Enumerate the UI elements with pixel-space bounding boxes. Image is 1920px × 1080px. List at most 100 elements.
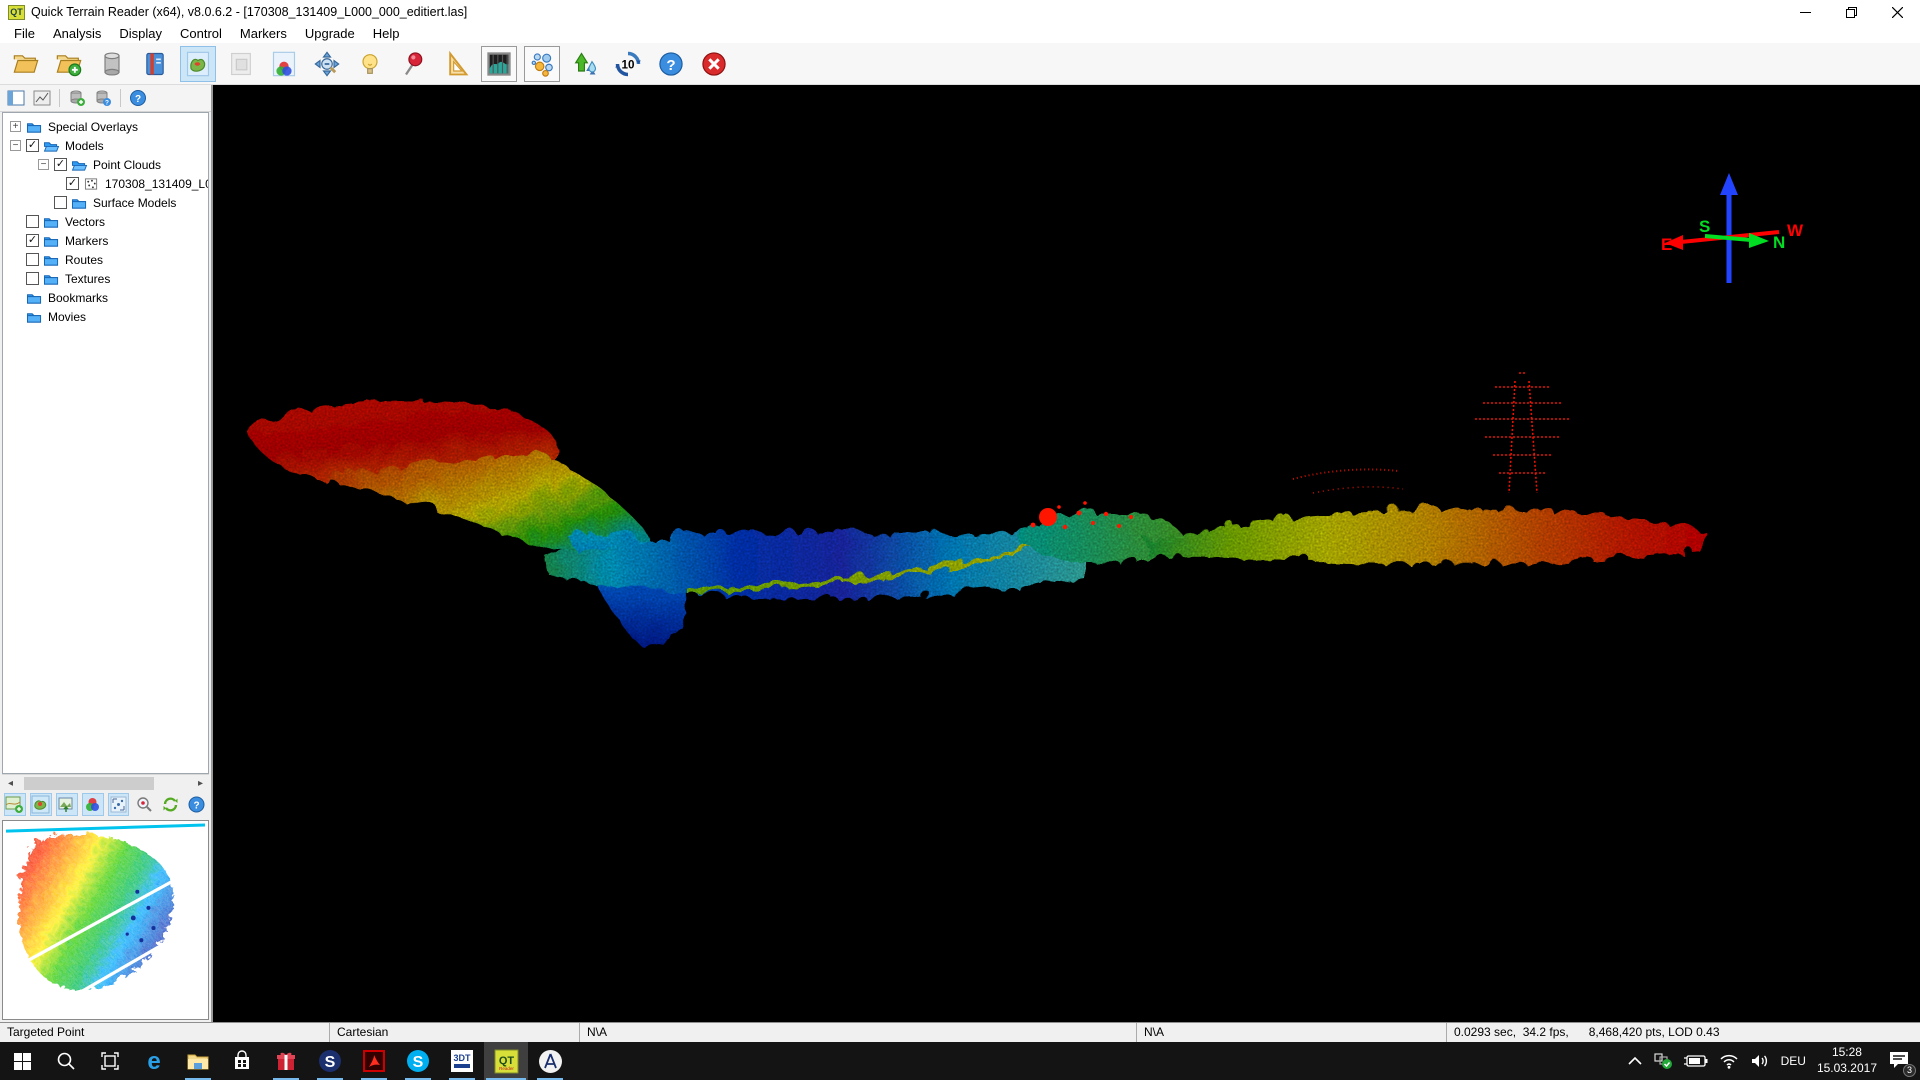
replay-10-button[interactable]: 10: [610, 46, 646, 82]
tree-item-vectors[interactable]: Vectors: [3, 212, 208, 231]
bottom-help-button[interactable]: ?: [185, 793, 207, 816]
tree-label: Vectors: [65, 215, 105, 229]
collapse-icon[interactable]: −: [10, 140, 21, 151]
profile-view-button[interactable]: [31, 87, 53, 109]
terrain-mini-button[interactable]: [30, 793, 52, 816]
zoom-extents-button[interactable]: [309, 46, 345, 82]
menu-markers[interactable]: Markers: [231, 26, 296, 41]
tree-horizontal-scrollbar[interactable]: ◂ ▸: [2, 774, 209, 791]
sync-status-icon[interactable]: [1653, 1052, 1673, 1070]
terrain-image-button[interactable]: [481, 46, 517, 82]
pan-zoom-icon: [313, 50, 341, 78]
export-image-button[interactable]: [56, 793, 78, 816]
snapshot-button[interactable]: [223, 46, 259, 82]
compass-app-button[interactable]: [528, 1042, 572, 1080]
system-tray: DEU 15:28 15.03.2017 3: [1628, 1042, 1920, 1080]
notification-center-button[interactable]: 3: [1888, 1050, 1910, 1073]
edge-button[interactable]: e: [132, 1042, 176, 1080]
marker-pin-button[interactable]: [395, 46, 431, 82]
checkbox-unchecked[interactable]: [26, 253, 39, 266]
color-settings-button[interactable]: [266, 46, 302, 82]
tree-item-point-clouds[interactable]: − ✓ Point Clouds: [3, 155, 208, 174]
acrobat-icon: [363, 1050, 385, 1072]
task-view-button[interactable]: [88, 1042, 132, 1080]
wifi-icon[interactable]: [1719, 1054, 1739, 1069]
collapse-icon[interactable]: −: [38, 159, 49, 170]
minimize-button[interactable]: [1782, 0, 1828, 24]
tree-item-models[interactable]: − ✓ Models: [3, 136, 208, 155]
compass-east-label: E: [1661, 235, 1672, 254]
threedt-button[interactable]: 3DT: [440, 1042, 484, 1080]
tray-expand-icon[interactable]: [1628, 1056, 1642, 1066]
checkbox-checked[interactable]: ✓: [26, 139, 39, 152]
zoom-target-button[interactable]: [133, 793, 155, 816]
qt-reader-button[interactable]: QT Reader: [484, 1042, 528, 1080]
tree-item-movies[interactable]: Movies: [3, 307, 208, 326]
checkbox-unchecked[interactable]: [26, 215, 39, 228]
tree-item-bookmarks[interactable]: Bookmarks: [3, 288, 208, 307]
point-display-button[interactable]: [524, 46, 560, 82]
language-indicator[interactable]: DEU: [1781, 1054, 1806, 1068]
lighting-button[interactable]: [352, 46, 388, 82]
gift-app-button[interactable]: [264, 1042, 308, 1080]
edge-icon: e: [141, 1048, 167, 1074]
sidebar-help-button[interactable]: ?: [127, 87, 149, 109]
layers-panel-button[interactable]: [5, 87, 27, 109]
open-file-button[interactable]: [8, 46, 44, 82]
menu-control[interactable]: Control: [171, 26, 231, 41]
database-add-button[interactable]: [66, 87, 88, 109]
checkbox-checked[interactable]: ✓: [66, 177, 79, 190]
compass-app-icon: [538, 1049, 563, 1074]
light-bulb-icon: [356, 50, 384, 78]
skype-button[interactable]: S: [396, 1042, 440, 1080]
checkbox-checked[interactable]: ✓: [26, 234, 39, 247]
notebook-button[interactable]: [137, 46, 173, 82]
restore-button[interactable]: [1828, 0, 1874, 24]
color-wheel-icon: [270, 50, 298, 78]
tree-item-markers[interactable]: ✓ Markers: [3, 231, 208, 250]
point-select-button[interactable]: [108, 793, 130, 816]
checkbox-checked[interactable]: ✓: [54, 158, 67, 171]
menu-help[interactable]: Help: [364, 26, 409, 41]
scroll-right-arrow[interactable]: ▸: [192, 775, 209, 791]
checkbox-unchecked[interactable]: [26, 272, 39, 285]
scrollbar-thumb[interactable]: [24, 777, 154, 790]
store-button[interactable]: [220, 1042, 264, 1080]
overview-map[interactable]: [2, 820, 209, 1020]
help-icon: ?: [657, 50, 685, 78]
stop-button[interactable]: [696, 46, 732, 82]
acrobat-button[interactable]: [352, 1042, 396, 1080]
menu-display[interactable]: Display: [110, 26, 171, 41]
help-button[interactable]: ?: [653, 46, 689, 82]
expand-icon[interactable]: +: [10, 121, 21, 132]
database-query-button[interactable]: ?: [92, 87, 114, 109]
s-app-button[interactable]: S: [308, 1042, 352, 1080]
close-button[interactable]: [1874, 0, 1920, 24]
terrain-model-button[interactable]: [180, 46, 216, 82]
start-button[interactable]: [0, 1042, 44, 1080]
tree-item-las-file[interactable]: ✓ 170308_131409_L000_000_editiert.las: [3, 174, 208, 193]
volume-icon[interactable]: [1750, 1053, 1770, 1069]
search-button[interactable]: [44, 1042, 88, 1080]
measure-button[interactable]: [438, 46, 474, 82]
elevation-water-button[interactable]: [567, 46, 603, 82]
database-cylinder-button[interactable]: [94, 46, 130, 82]
add-file-button[interactable]: [51, 46, 87, 82]
tree-item-surface-models[interactable]: Surface Models: [3, 193, 208, 212]
colors-button[interactable]: [82, 793, 104, 816]
tree-item-special-overlays[interactable]: + Special Overlays: [3, 117, 208, 136]
tree-item-routes[interactable]: Routes: [3, 250, 208, 269]
refresh-button[interactable]: [159, 793, 181, 816]
add-map-button[interactable]: [4, 793, 26, 816]
clock[interactable]: 15:28 15.03.2017: [1817, 1045, 1877, 1076]
tree-item-textures[interactable]: Textures: [3, 269, 208, 288]
menu-upgrade[interactable]: Upgrade: [296, 26, 364, 41]
scroll-left-arrow[interactable]: ◂: [2, 775, 19, 791]
menu-file[interactable]: File: [5, 26, 44, 41]
menu-analysis[interactable]: Analysis: [44, 26, 110, 41]
search-icon: [56, 1051, 76, 1071]
3d-viewport[interactable]: E S N W: [213, 85, 1920, 1022]
checkbox-unchecked[interactable]: [54, 196, 67, 209]
file-explorer-button[interactable]: [176, 1042, 220, 1080]
battery-icon[interactable]: [1684, 1054, 1708, 1068]
